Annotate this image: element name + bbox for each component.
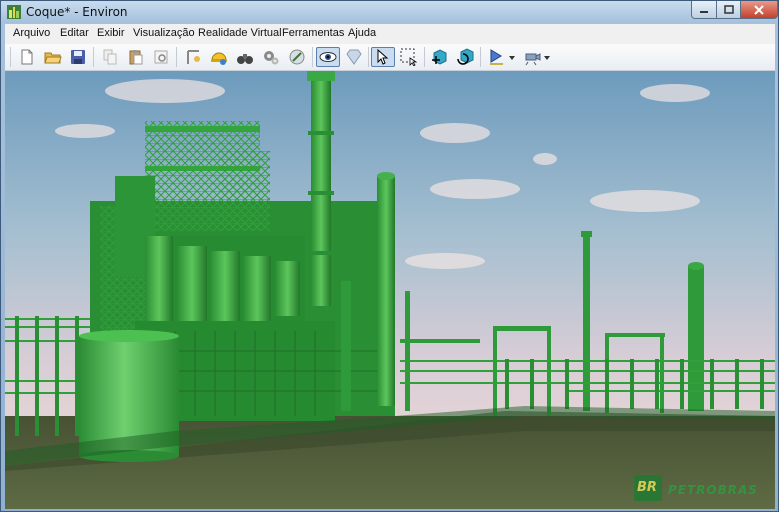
menu-arquivo[interactable]: Arquivo (13, 27, 50, 39)
maximize-icon (723, 5, 734, 14)
paste-button[interactable] (126, 47, 146, 67)
rotate-cube-icon (457, 48, 474, 65)
petrobras-wordmark: PETROBRAS (668, 483, 758, 497)
toolbar-separator (312, 47, 313, 67)
menu-visualizacao[interactable]: Visualização (133, 27, 195, 39)
close-button[interactable] (740, 1, 778, 19)
gem-icon (346, 49, 362, 65)
gem-view-button[interactable] (344, 47, 364, 67)
minimize-button[interactable] (691, 1, 717, 19)
app-icon (7, 5, 21, 19)
small-column (341, 281, 351, 411)
measure-icon (289, 49, 305, 65)
toolbar (5, 44, 775, 71)
petrobras-logo: BR (634, 475, 662, 501)
select-arrow-button[interactable] (371, 47, 395, 67)
camera-rig-icon (525, 53, 541, 66)
navigate-dropdown-button[interactable] (487, 47, 507, 67)
helmet-icon (211, 52, 227, 65)
move-object-button[interactable] (429, 47, 449, 67)
tool-crane-button[interactable] (183, 47, 203, 67)
toolbar-grip (10, 47, 11, 67)
toolbar-separator (424, 47, 425, 67)
tool-measure-button[interactable] (287, 47, 307, 67)
tool-binoculars-button[interactable] (235, 47, 255, 67)
box-select-icon (400, 48, 418, 66)
select-arrow-icon (377, 49, 389, 65)
second-stack (377, 172, 395, 406)
new-file-button[interactable] (17, 47, 37, 67)
refinery-scene[interactable] (5, 71, 775, 509)
toolbar-separator (176, 47, 177, 67)
preview-icon (154, 50, 168, 64)
save-button[interactable] (68, 47, 88, 67)
toolbar-separator (368, 47, 369, 67)
open-folder-icon (44, 52, 62, 64)
chevron-down-icon[interactable] (509, 56, 515, 60)
menu-ajuda[interactable]: Ajuda (348, 27, 376, 39)
paste-icon (129, 50, 143, 65)
binoculars-icon (237, 54, 253, 64)
box-select-button[interactable] (399, 47, 419, 67)
eye-view-button[interactable] (316, 47, 340, 67)
preview-button[interactable] (151, 47, 171, 67)
tool-helmet-button[interactable] (209, 47, 229, 67)
toolbar-separator (480, 47, 481, 67)
toolbar-separator (93, 47, 94, 67)
eye-view-icon (319, 52, 337, 62)
menu-ferramentas[interactable]: Ferramentas (282, 27, 344, 39)
chevron-down-icon[interactable] (544, 56, 550, 60)
close-icon (754, 4, 764, 15)
menu-realidade-virtual[interactable]: Realidade Virtual (198, 27, 282, 39)
tall-stack (307, 71, 335, 306)
copy-button[interactable] (100, 47, 120, 67)
app-window: Coque* - Environ Arquivo Editar Exibir V… (0, 0, 779, 512)
window-title: Coque* - Environ (26, 5, 128, 19)
menu-editar[interactable]: Editar (60, 27, 89, 39)
new-file-icon (21, 49, 33, 65)
title-bar[interactable]: Coque* - Environ (1, 1, 778, 23)
minimize-icon (700, 10, 708, 13)
save-disk-icon (71, 50, 85, 64)
menu-exibir[interactable]: Exibir (97, 27, 125, 39)
navigate-arrow-icon (490, 49, 503, 65)
move-cube-icon (432, 49, 447, 65)
copy-icon (103, 49, 117, 65)
menu-bar: Arquivo Editar Exibir Visualização Reali… (5, 24, 775, 45)
open-button[interactable] (43, 47, 63, 67)
gears-icon (264, 51, 279, 65)
camera-dropdown-button[interactable] (522, 47, 542, 67)
crane-icon (187, 50, 200, 64)
rotate-object-button[interactable] (455, 47, 475, 67)
tool-gears-button[interactable] (261, 47, 281, 67)
maximize-button[interactable] (716, 1, 741, 19)
3d-viewport[interactable]: BR PETROBRAS (5, 71, 775, 509)
